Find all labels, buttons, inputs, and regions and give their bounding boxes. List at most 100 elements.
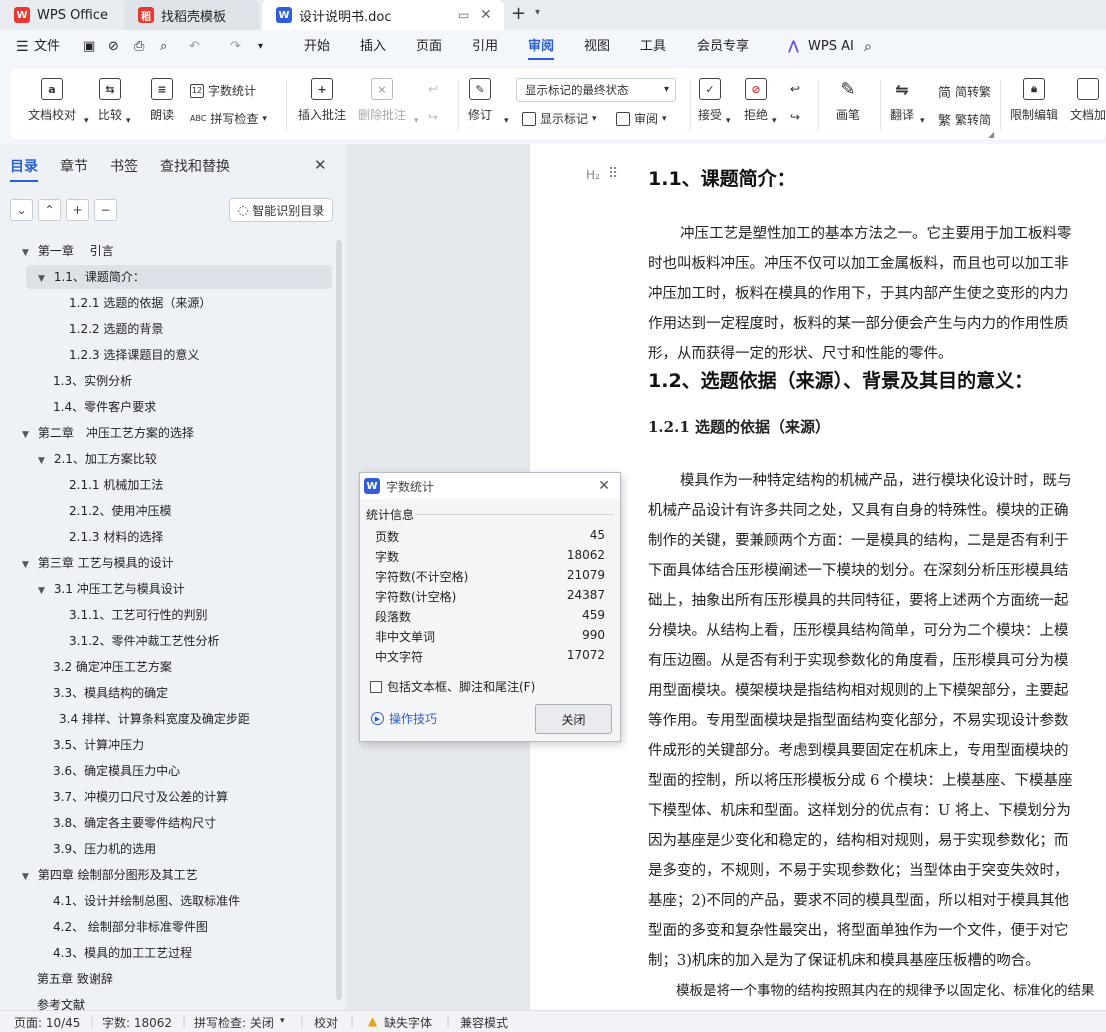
toc-item[interactable]: ▼ 3.1 冲压工艺与模具设计 — [0, 577, 185, 601]
markup-state-select[interactable]: 显示标记的最终状态 ▾ — [516, 78, 676, 102]
compare-button[interactable]: ⇆ 比较 — [98, 78, 122, 123]
chevron-down-icon[interactable]: ▾ — [280, 1016, 285, 1026]
doc-more-button[interactable]: 文档加 — [1070, 78, 1106, 123]
toc-item[interactable]: 3.8、确定各主要零件结构尺寸 — [0, 811, 216, 835]
toc-item[interactable]: 4.1、设计并绘制总图、选取标准件 — [0, 889, 240, 913]
word-count-button[interactable]: 12 字数统计 — [190, 82, 256, 99]
to-traditional-button[interactable]: 简 简转繁 — [938, 82, 991, 101]
chevron-down-icon[interactable]: ▾ — [592, 114, 597, 124]
chevron-down-icon[interactable]: ▾ — [258, 30, 263, 64]
dialog-title-bar[interactable]: W 字数统计 ✕ — [360, 473, 620, 499]
missing-font-status[interactable]: 缺失字体 — [384, 1014, 432, 1031]
toc-item[interactable]: 第五章 致谢辞 — [0, 967, 113, 991]
chevron-down-icon[interactable]: ▾ — [772, 116, 777, 126]
reject-button[interactable]: ⊘ 拒绝 — [744, 78, 768, 123]
toc-item[interactable]: 3.3、模具结构的确定 — [0, 681, 168, 705]
toc-item[interactable]: 2.1.2、使用冲压模 — [0, 499, 172, 523]
share-icon[interactable]: ⊘ — [108, 30, 119, 64]
toc-item[interactable]: 3.7、冲模刃口尺寸及公差的计算 — [0, 785, 228, 809]
chevron-down-icon[interactable]: ▾ — [84, 116, 89, 126]
toc-item[interactable]: 4.2、 绘制部分非标准零件图 — [0, 915, 208, 939]
toc-item[interactable]: 1.2.1 选题的依据（来源） — [0, 291, 211, 315]
chevron-down-icon[interactable]: ▾ — [726, 116, 731, 126]
toc-item[interactable]: 参考文献 — [0, 993, 85, 1010]
translate-button[interactable]: ⇋ 翻译 — [890, 78, 914, 123]
menu-review[interactable]: 审阅 — [528, 30, 555, 64]
save-icon[interactable]: ▣ — [83, 30, 95, 64]
toc-item[interactable]: 3.2 确定冲压工艺方案 — [0, 655, 172, 679]
menu-page[interactable]: 页面 — [416, 30, 442, 64]
new-tab-icon[interactable]: + — [511, 3, 526, 24]
chevron-down-icon[interactable]: ▾ — [535, 7, 540, 18]
review-pane-button[interactable]: 审阅 ▾ — [616, 110, 667, 127]
toc-item[interactable]: 3.6、确定模具压力中心 — [0, 759, 180, 783]
toc-item[interactable]: 1.2.2 选题的背景 — [0, 317, 163, 341]
proofread-status[interactable]: 校对 — [314, 1014, 338, 1031]
toc-item[interactable]: ▼ 2.1、加工方案比较 — [0, 447, 157, 471]
undo-icon[interactable]: ↶ — [189, 30, 200, 64]
doc-check-button[interactable]: a 文档校对 — [28, 78, 76, 123]
redo-icon[interactable]: ↷ — [230, 30, 241, 64]
menu-member[interactable]: 会员专享 — [697, 30, 749, 64]
chevron-down-icon[interactable]: ▾ — [414, 116, 419, 126]
close-icon[interactable]: ✕ — [314, 156, 327, 174]
toc-item[interactable]: 1.4、零件客户要求 — [0, 395, 156, 419]
to-simplified-button[interactable]: 繁 繁转简 — [938, 110, 991, 129]
print-preview-icon[interactable]: ⌕ — [160, 30, 167, 64]
restrict-edit-button[interactable]: 🔒︎ 限制编辑 — [1010, 78, 1058, 123]
tab-chapter[interactable]: 章节 — [60, 156, 88, 176]
show-markup-button[interactable]: 显示标记 ▾ — [522, 110, 597, 127]
toc-item[interactable]: 2.1.1 机械加工法 — [0, 473, 163, 497]
toc-item[interactable]: 4.3、模具的加工工艺过程 — [0, 941, 192, 965]
collapse-all-button[interactable]: ⌄ — [10, 199, 33, 221]
toc-item[interactable]: 3.9、压力机的选用 — [0, 837, 156, 861]
tab-find-replace[interactable]: 查找和替换 — [160, 156, 230, 176]
toc-item[interactable]: 1.3、实例分析 — [0, 369, 132, 393]
read-aloud-button[interactable]: ≡ 朗读 — [150, 78, 174, 123]
toc-item[interactable]: 3.5、计算冲压力 — [0, 733, 144, 757]
close-icon[interactable]: ✕ — [598, 478, 610, 494]
page-indicator[interactable]: 页面: 10/45 — [14, 1014, 80, 1031]
menu-start[interactable]: 开始 — [304, 30, 330, 64]
tab-preview-icon[interactable]: ▭ — [458, 8, 469, 22]
menu-reference[interactable]: 引用 — [472, 30, 498, 64]
toc-item[interactable]: ▼ 第三章 工艺与模具的设计 — [0, 551, 174, 575]
word-count-indicator[interactable]: 字数: 18062 — [102, 1014, 172, 1031]
chevron-down-icon[interactable]: ▾ — [262, 114, 267, 124]
add-heading-button[interactable]: + — [66, 199, 89, 221]
search-icon[interactable]: ⌕ — [864, 30, 872, 64]
menu-insert[interactable]: 插入 — [360, 30, 386, 64]
delete-comment-button[interactable]: × 删除批注 — [358, 78, 406, 123]
accept-button[interactable]: ✓ 接受 — [698, 78, 722, 123]
hamburger-icon[interactable]: ☰ — [16, 30, 29, 64]
tips-link[interactable]: ▶ 操作技巧 — [371, 710, 437, 727]
expand-corner-icon[interactable]: ◢ — [988, 130, 994, 139]
menu-view[interactable]: 视图 — [584, 30, 610, 64]
drag-handle-icon[interactable]: ⠿ — [608, 166, 618, 182]
chevron-down-icon[interactable]: ▾ — [662, 114, 667, 124]
toc-item[interactable]: ▼ 第一章 引言 — [0, 239, 114, 263]
menu-file[interactable]: 文件 — [34, 30, 60, 64]
toc-item[interactable]: 3.1.1、工艺可行性的判别 — [0, 603, 208, 627]
toc-item[interactable]: 3.4 排样、计算条料宽度及确定步距 — [0, 707, 250, 731]
spell-check-button[interactable]: ABC 拼写检查 ▾ — [190, 110, 267, 127]
insert-comment-button[interactable]: + 插入批注 — [298, 78, 346, 123]
menu-tools[interactable]: 工具 — [640, 30, 666, 64]
toc-item[interactable]: 3.1.2、零件冲裁工艺性分析 — [0, 629, 220, 653]
tab-toc[interactable]: 目录 — [10, 156, 38, 182]
chevron-down-icon[interactable]: ▾ — [126, 116, 131, 126]
print-icon[interactable]: ⎙ — [134, 30, 144, 64]
toc-item[interactable]: ▼ 第二章 冲压工艺方案的选择 — [0, 421, 194, 445]
chevron-down-icon[interactable]: ▾ — [920, 116, 925, 126]
sidebar-scrollbar[interactable] — [336, 240, 342, 1000]
smart-toc-button[interactable]: ◌ 智能识别目录 — [229, 198, 333, 222]
close-button[interactable]: 关闭 — [535, 704, 612, 734]
next-change-icon[interactable]: ↪ — [790, 110, 800, 124]
pen-button[interactable]: ✎ 画笔 — [836, 78, 860, 123]
tab-document[interactable]: W 设计说明书.doc ▭ ✕ — [262, 0, 504, 30]
tab-bookmark[interactable]: 书签 — [110, 156, 138, 176]
spell-check-status[interactable]: 拼写检查: 关闭 — [194, 1014, 274, 1031]
prev-change-icon[interactable]: ↩ — [790, 82, 800, 96]
remove-heading-button[interactable]: − — [94, 199, 117, 221]
tab-template[interactable]: 稻 找稻壳模板 — [124, 0, 259, 30]
